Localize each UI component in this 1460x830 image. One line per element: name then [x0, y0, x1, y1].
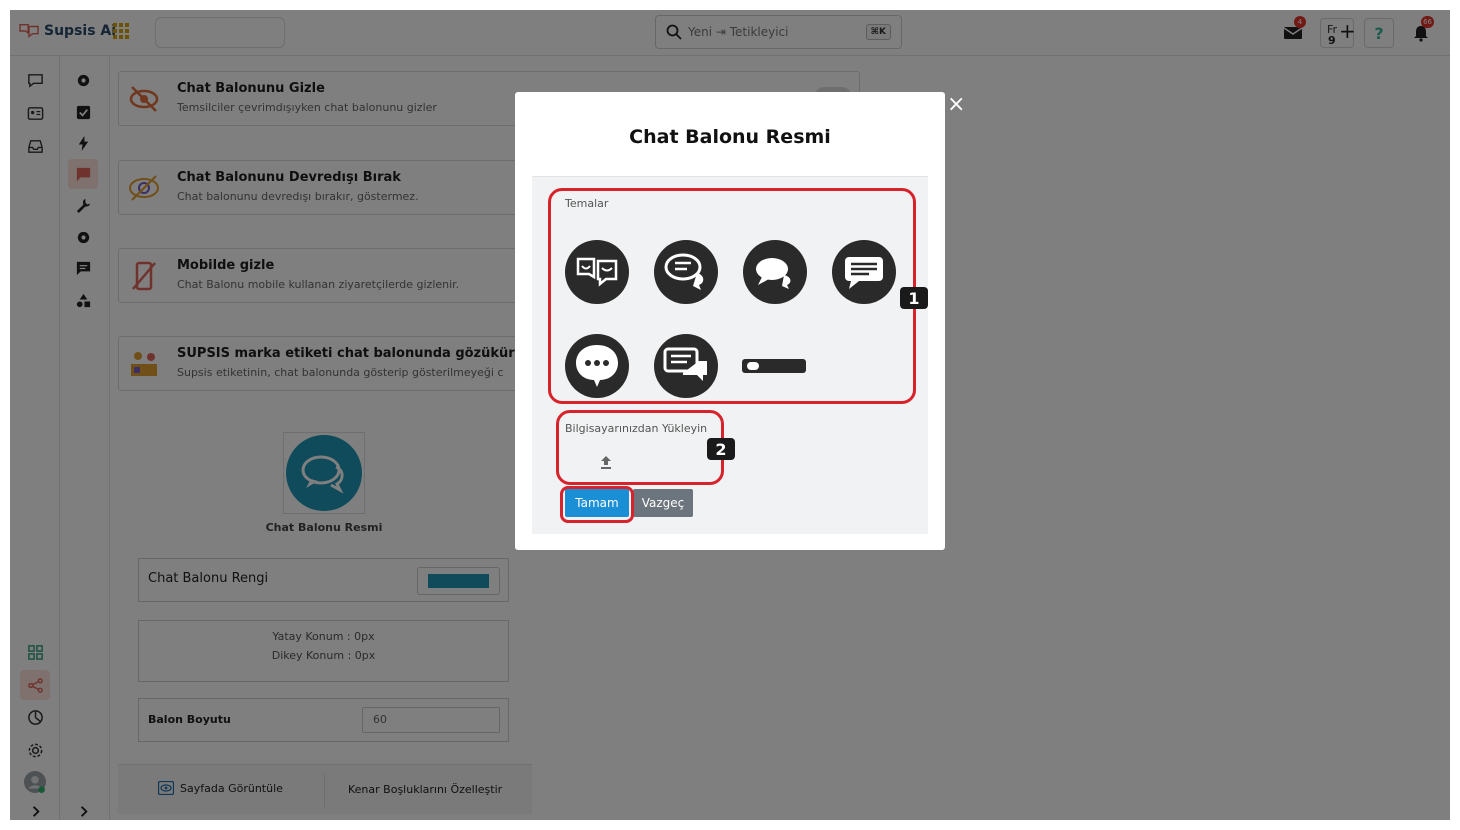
callout-1: 1	[900, 287, 928, 309]
modal-title: Chat Balonu Resmi	[629, 126, 831, 148]
cancel-button[interactable]: Vazgeç	[633, 489, 693, 517]
app-frame: Supsis Ai Yeni ⇥ Tetikleyici ⌘K 4 Fr 9 +…	[10, 10, 1450, 820]
callout-2: 2	[707, 438, 735, 460]
modal-close-button[interactable]: ×	[947, 94, 965, 116]
highlight-themes	[548, 188, 916, 404]
highlight-ok	[560, 486, 634, 523]
highlight-upload	[556, 410, 724, 485]
